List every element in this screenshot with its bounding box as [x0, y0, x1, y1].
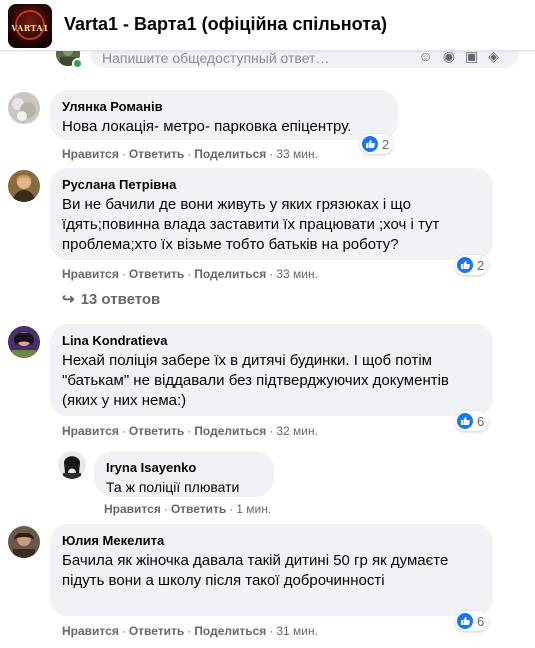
comment-author[interactable]: Iryna Isayenko [106, 459, 262, 476]
separator: · [229, 502, 234, 516]
like-button[interactable]: Нравится [104, 502, 161, 516]
reply-composer: Напишите общедоступный ответ… ☺◉▣◈ [56, 38, 519, 72]
like-icon [457, 413, 473, 429]
comment-input-placeholder: Напишите общедоступный ответ… [102, 50, 330, 66]
like-icon [362, 136, 378, 152]
comment-bubble: Iryna Isayenko Та ж поліції плювати [94, 451, 274, 497]
comment-author[interactable]: Улянка Романів [62, 98, 386, 115]
avatar[interactable] [8, 526, 40, 558]
avatar[interactable] [8, 92, 40, 124]
comment-timestamp[interactable]: 33 мин. [276, 147, 318, 161]
separator: · [121, 147, 126, 161]
separator: · [269, 147, 274, 161]
comment-actions: Нравится · Ответить · 1 мин. [104, 502, 271, 516]
comment-author[interactable]: Руслана Петрівна [62, 176, 481, 193]
reply-button[interactable]: Ответить [129, 424, 184, 438]
like-icon [457, 257, 473, 273]
separator: · [269, 624, 274, 638]
comment-timestamp[interactable]: 31 мин. [276, 624, 318, 638]
avatar[interactable] [58, 451, 86, 479]
avatar[interactable] [8, 326, 40, 358]
reply-button[interactable]: Ответить [129, 267, 184, 281]
separator: · [187, 267, 192, 281]
replies-count: 13 ответов [80, 291, 161, 308]
avatar[interactable] [8, 170, 40, 202]
reply-arrow-icon: ↪ [62, 291, 75, 308]
comment-actions: Нравится · Ответить · Поделиться · 33 мин. [62, 147, 318, 161]
like-button[interactable]: Нравится [62, 267, 119, 281]
like-button[interactable]: Нравится [62, 624, 119, 638]
comment-timestamp[interactable]: 33 мин. [276, 267, 318, 281]
separator: · [163, 502, 168, 516]
comment-bubble: Улянка Романів Нова локація- метро- парк… [50, 90, 398, 140]
reply-button[interactable]: Ответить [171, 502, 226, 516]
comment-actions: Нравится · Ответить · Поделиться · 31 мин. [62, 624, 318, 638]
comment-text: Нехай поліція забере їх в дитячі будинки… [62, 352, 449, 409]
view-replies-link[interactable]: ↪ 13 ответов [62, 290, 160, 308]
reply-button[interactable]: Ответить [129, 624, 184, 638]
comment-bubble: Lina Kondratieva Нехай поліція забере їх… [50, 324, 493, 416]
comment-timestamp[interactable]: 1 мин. [236, 502, 271, 516]
separator: · [269, 267, 274, 281]
separator: · [187, 147, 192, 161]
reaction-count[interactable]: 2 [455, 255, 489, 275]
reply-button[interactable]: Ответить [129, 147, 184, 161]
comment-bubble: Руслана Петрівна Ви не бачили де вони жи… [50, 168, 493, 260]
logo-text: VARTA1 [11, 23, 49, 33]
comment-actions: Нравится · Ответить · Поделиться · 33 мин. [62, 267, 318, 281]
comment-text: Ви не бачили де вони живуть у яких грязю… [62, 196, 440, 253]
reaction-count[interactable]: 2 [360, 134, 394, 154]
group-title[interactable]: Varta1 - Варта1 (офіційна спільнота) [64, 14, 387, 35]
separator: · [121, 424, 126, 438]
group-logo[interactable]: VARTA1 [8, 4, 52, 48]
group-header: VARTA1 Varta1 - Варта1 (офіційна спільно… [0, 0, 535, 51]
comment-author[interactable]: Юлия Мекелита [62, 532, 481, 549]
reaction-number: 2 [382, 136, 390, 152]
comment-author[interactable]: Lina Kondratieva [62, 332, 481, 349]
reaction-count[interactable]: 6 [455, 611, 489, 631]
separator: · [269, 424, 274, 438]
share-button[interactable]: Поделиться [194, 267, 266, 281]
like-button[interactable]: Нравится [62, 424, 119, 438]
share-button[interactable]: Поделиться [194, 424, 266, 438]
comment-actions: Нравится · Ответить · Поделиться · 32 мин. [62, 424, 318, 438]
reaction-number: 2 [477, 257, 485, 273]
separator: · [121, 267, 126, 281]
reaction-number: 6 [477, 613, 485, 629]
comment-text: Та ж поліції плювати [106, 479, 240, 495]
separator: · [187, 624, 192, 638]
comment-text: Нова локація- метро- парковка епіцентру. [62, 118, 352, 135]
like-button[interactable]: Нравится [62, 147, 119, 161]
share-button[interactable]: Поделиться [194, 624, 266, 638]
online-status-dot [72, 58, 83, 69]
separator: · [187, 424, 192, 438]
reaction-number: 6 [477, 413, 485, 429]
reaction-count[interactable]: 6 [455, 411, 489, 431]
comment-text: Бачила як жіночка давала такій дитині 50… [62, 552, 449, 589]
share-button[interactable]: Поделиться [194, 147, 266, 161]
separator: · [121, 624, 126, 638]
like-icon [457, 613, 473, 629]
comment-bubble: Юлия Мекелита Бачила як жіночка давала т… [50, 524, 493, 616]
comment-timestamp[interactable]: 32 мин. [276, 424, 318, 438]
